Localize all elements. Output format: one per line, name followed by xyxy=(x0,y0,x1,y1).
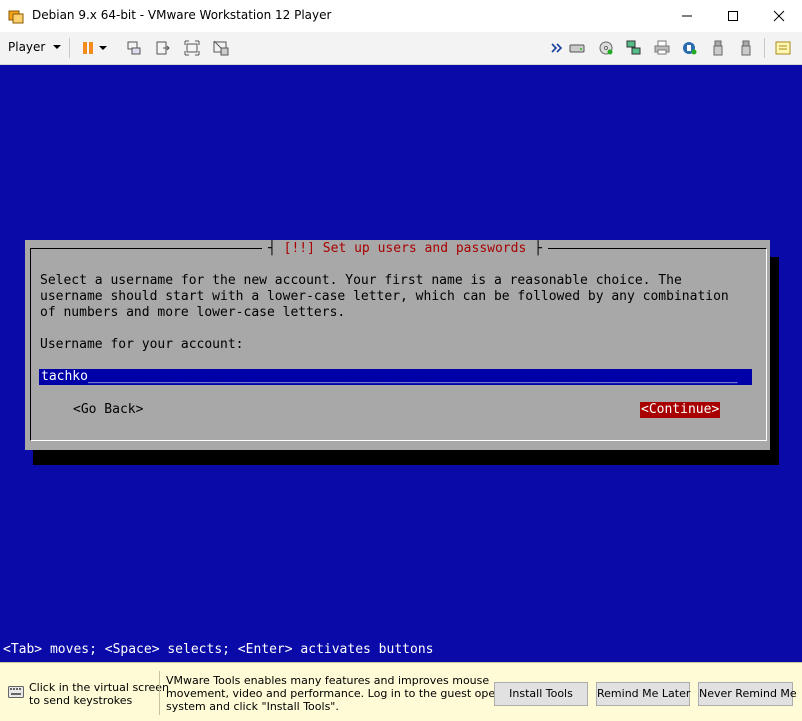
maximize-button[interactable] xyxy=(710,0,756,32)
never-remind-me-button[interactable]: Never Remind Me xyxy=(698,682,797,706)
dialog-body: Select a username for the new account. Y… xyxy=(40,273,729,321)
printer-icon[interactable] xyxy=(654,40,670,56)
input-underline: ________________________________________… xyxy=(87,369,738,384)
sound-card-icon[interactable] xyxy=(682,40,698,56)
vmware-tools-notification: Click in the virtual screen to send keyst… xyxy=(0,662,802,721)
window-title: Debian 9.x 64-bit - VMware Workstation 1… xyxy=(32,8,332,22)
tools-message-line: system and click "Install Tools". xyxy=(166,700,339,713)
username-input-value: tachko__________________________________… xyxy=(41,369,738,385)
notification-divider xyxy=(159,671,160,715)
network-adapter-icon[interactable] xyxy=(626,40,642,56)
full-screen-icon[interactable] xyxy=(184,40,200,56)
dialog-title-text: Set up users and passwords xyxy=(322,241,527,256)
dialog-body-line: Select a username for the new account. Y… xyxy=(40,273,682,288)
install-tools-button[interactable]: Install Tools xyxy=(494,682,588,706)
usb-device-icon[interactable] xyxy=(710,40,726,56)
continue-button[interactable]: <Continue> xyxy=(640,402,721,418)
go-back-button[interactable]: <Go Back> xyxy=(73,402,143,418)
keyboard-icon xyxy=(8,686,24,698)
cd-dvd-icon[interactable] xyxy=(598,40,614,56)
player-menu[interactable]: Player xyxy=(8,40,62,54)
message-log-icon[interactable] xyxy=(775,40,791,56)
more-devices-icon[interactable] xyxy=(551,40,563,56)
chevron-down-icon xyxy=(53,45,62,49)
close-button[interactable] xyxy=(756,0,802,32)
tools-message-line: movement, video and performance. Log in … xyxy=(166,687,528,700)
send-ctrl-alt-del-icon[interactable] xyxy=(126,40,142,56)
remind-me-later-button[interactable]: Remind Me Later xyxy=(596,682,690,706)
dialog-body-line: username should start with a lower-case … xyxy=(40,289,729,304)
username-value: tachko xyxy=(41,369,88,384)
maximize-icon xyxy=(728,11,738,21)
hard-disk-icon[interactable] xyxy=(569,40,585,56)
title-bar: Debian 9.x 64-bit - VMware Workstation 1… xyxy=(0,0,802,33)
chevron-down-icon[interactable] xyxy=(98,40,108,56)
fit-guest-icon[interactable] xyxy=(155,40,171,56)
toolbar-separator xyxy=(764,38,765,58)
usb-device-2-icon[interactable] xyxy=(738,40,754,56)
dialog-title: ┤ [!!] Set up users and passwords ├ xyxy=(262,241,548,257)
close-icon xyxy=(773,10,785,22)
unity-icon[interactable] xyxy=(213,40,229,56)
tools-message: VMware Tools enables many features and i… xyxy=(166,674,528,713)
tools-message-line: VMware Tools enables many features and i… xyxy=(166,674,490,687)
pause-icon[interactable] xyxy=(80,40,96,56)
vm-console[interactable]: ┤ [!!] Set up users and passwords ├ Sele… xyxy=(0,65,802,662)
minimize-icon xyxy=(682,15,692,17)
keystroke-hint-line: to send keystrokes xyxy=(29,694,133,707)
toolbar-separator xyxy=(69,38,70,58)
keystroke-hint-line: Click in the virtual screen xyxy=(29,681,170,694)
vmware-app-icon xyxy=(8,10,24,24)
console-status-line: <Tab> moves; <Space> selects; <Enter> ac… xyxy=(3,642,434,657)
minimize-button[interactable] xyxy=(664,0,710,32)
keystroke-hint: Click in the virtual screen to send keyst… xyxy=(29,681,169,707)
dialog-body-line: of numbers and more lower-case letters. xyxy=(40,305,346,320)
username-label: Username for your account: xyxy=(40,337,244,352)
player-menu-label: Player xyxy=(8,40,46,54)
dialog-title-prefix: [!!] xyxy=(283,241,315,256)
toolbar: Player xyxy=(0,32,802,65)
